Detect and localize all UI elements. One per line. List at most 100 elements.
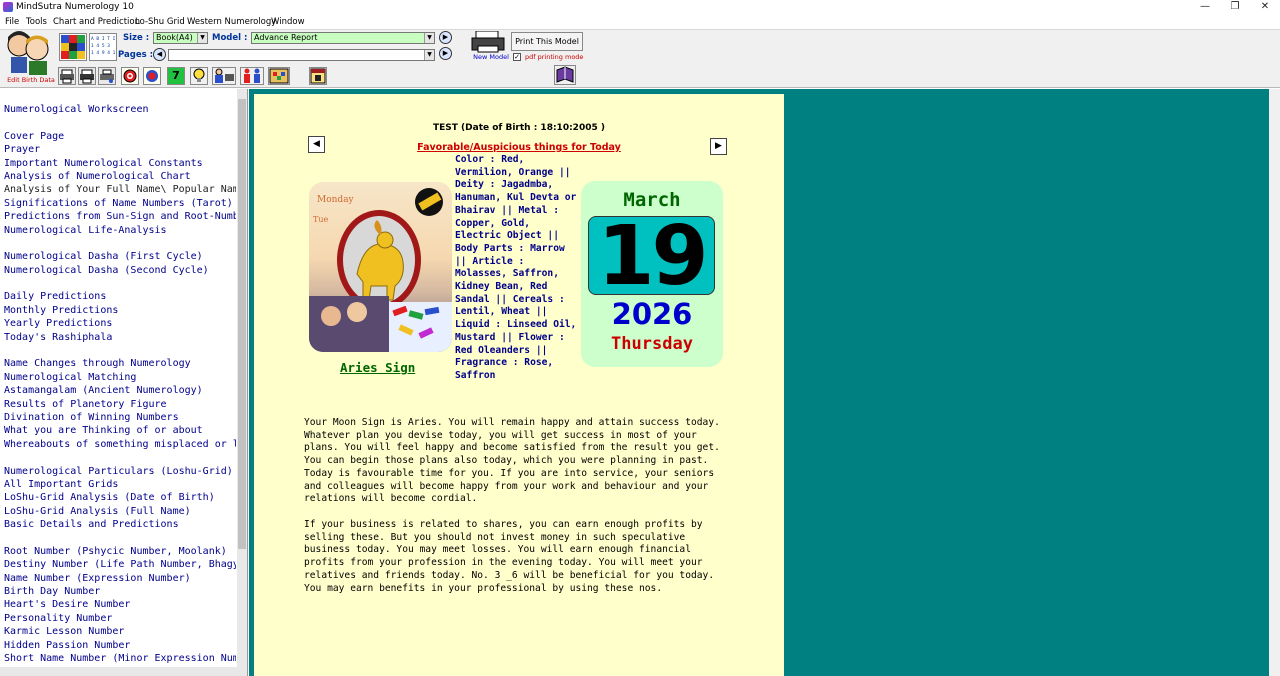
print-model-button[interactable]: Print This Model [511, 32, 583, 51]
print-all-button[interactable] [78, 67, 96, 85]
nav-item[interactable]: Cover Page [4, 130, 236, 143]
nav-item[interactable]: Hidden Passion Number [4, 639, 236, 652]
nav-item[interactable]: Numerological Dasha (Second Cycle) [4, 264, 236, 277]
menu-western-numerology[interactable]: Western Numerology [187, 17, 276, 27]
menu-window[interactable]: Window [271, 17, 305, 27]
print-setup-button[interactable] [98, 67, 116, 85]
nav-item[interactable]: Important Numerological Constants [4, 157, 236, 170]
couple-button[interactable] [240, 67, 264, 85]
restore-button[interactable]: ❐ [1220, 0, 1250, 15]
close-button[interactable]: ✕ [1250, 0, 1280, 15]
chart-grid-button[interactable] [59, 33, 87, 61]
people-icon [7, 31, 49, 75]
nav-item[interactable]: Numerological Dasha (First Cycle) [4, 250, 236, 263]
pages-select[interactable]: ▼ [168, 49, 435, 61]
user-button[interactable] [212, 67, 236, 85]
toolbar: Edit Birth Data A B I T I 1 4 5 3 1 4 9 … [0, 29, 1280, 88]
nav-item[interactable]: Yearly Predictions [4, 317, 236, 330]
name-number-grid-button[interactable]: A B I T I 1 4 5 3 1 4 9 4 1 [89, 33, 117, 61]
calendar-day-box: 19 [588, 216, 715, 298]
seven-icon: 7 [172, 69, 180, 82]
new-model-label: New Model [473, 53, 509, 61]
scrollbar-thumb[interactable] [238, 99, 246, 549]
nav-item[interactable]: Basic Details and Predictions [4, 518, 236, 531]
nav-item[interactable]: Name Changes through Numerology [4, 357, 236, 370]
navigation-panel: Numerological Workscreen Cover Page Prayer… [0, 89, 248, 676]
printer-icon [471, 30, 505, 53]
menu-file[interactable]: File [5, 17, 19, 27]
nav-item[interactable]: Divination of Winning Numbers [4, 411, 236, 424]
nav-item[interactable]: Analysis of Numerological Chart [4, 170, 236, 183]
nav-item[interactable]: Root Number (Pshycic Number, Moolank) [4, 545, 236, 558]
aries-sign-link[interactable]: Aries Sign [340, 360, 415, 375]
navigation-list: Numerological Workscreen Cover Page Prayer… [4, 103, 236, 665]
size-label: Size : [123, 33, 150, 43]
calendar-weekday: Thursday [611, 334, 693, 354]
target-button[interactable] [121, 67, 139, 85]
calendar-year: 2026 [611, 297, 693, 331]
model-go-icon[interactable]: ▶ [439, 31, 452, 44]
menu-lo-shu-grid[interactable]: Lo-Shu Grid [135, 17, 185, 27]
nav-item[interactable]: All Important Grids [4, 478, 236, 491]
calendar-button[interactable] [309, 67, 327, 85]
nav-item[interactable]: Karmic Lesson Number [4, 625, 236, 638]
report-header: TEST (Date of Birth : 18:10:2005 ) [433, 123, 605, 133]
edit-birth-data-button[interactable]: Edit Birth Data [3, 31, 55, 87]
nav-item[interactable]: Short Name Number (Minor Expression Numb… [4, 652, 236, 665]
print-button[interactable] [58, 67, 76, 85]
nav-item[interactable]: Numerological Matching [4, 371, 236, 384]
number-seven-button[interactable]: 7 [167, 67, 185, 85]
planet-button[interactable] [143, 67, 161, 85]
nav-item[interactable]: Destiny Number (Life Path Number, Bhagya… [4, 558, 236, 571]
nav-item[interactable]: Analysis of Your Full Name\ Popular Name [4, 183, 236, 196]
pdf-mode-checkbox[interactable]: ✓ [513, 53, 521, 61]
nav-item[interactable]: Astamangalam (Ancient Numerology) [4, 384, 236, 397]
nav-item[interactable]: Numerological Life-Analysis [4, 224, 236, 237]
prediction-paragraph-1: Your Moon Sign is Aries. You will remain… [304, 417, 720, 505]
lightbulb-icon [193, 68, 205, 82]
model-select[interactable]: Advance Report ▼ [251, 32, 435, 44]
content-vertical-scrollbar[interactable] [1269, 89, 1280, 676]
nav-item[interactable]: Daily Predictions [4, 290, 236, 303]
nav-item[interactable]: Prayer [4, 143, 236, 156]
nav-item[interactable]: Monthly Predictions [4, 304, 236, 317]
nav-horizontal-scrollbar[interactable] [0, 667, 238, 676]
menu-chart-and-prediction[interactable]: Chart and Prediction [53, 17, 140, 27]
grid-chart-button[interactable] [268, 67, 290, 85]
idea-button[interactable] [190, 67, 208, 85]
nav-item[interactable]: Today's Rashiphala [4, 331, 236, 344]
chevron-down-icon: ▼ [424, 33, 434, 43]
calendar-icon [310, 68, 326, 84]
title-bar: MindSutra Numerology 10 — ❐ ✕ [0, 0, 1280, 15]
pages-prev-icon[interactable]: ◀ [153, 48, 166, 61]
nav-item[interactable]: Numerological Particulars (Loshu-Grid) [4, 465, 236, 478]
nav-item[interactable]: Significations of Name Numbers (Tarot) [4, 197, 236, 210]
nav-item[interactable]: Personality Number [4, 612, 236, 625]
edit-birth-data-label: Edit Birth Data [7, 76, 55, 84]
nav-item[interactable]: What you are Thinking of or about [4, 424, 236, 437]
date-calendar: March 19 2026 Thursday [581, 181, 723, 367]
menu-tools[interactable]: Tools [26, 17, 47, 27]
chevron-down-icon: ▼ [424, 50, 434, 60]
nav-item[interactable]: LoShu-Grid Analysis (Full Name) [4, 505, 236, 518]
nav-item[interactable]: Predictions from Sun-Sign and Root-Numbe… [4, 210, 236, 223]
prediction-paragraph-2: If your business is related to shares, y… [304, 519, 715, 594]
nav-item[interactable]: LoShu-Grid Analysis (Date of Birth) [4, 491, 236, 504]
nav-item[interactable]: Results of Planetory Figure [4, 398, 236, 411]
book-icon [556, 66, 574, 83]
nav-item[interactable]: Whereabouts of something misplaced or lo… [4, 438, 236, 451]
next-page-button[interactable]: ▶ [710, 138, 727, 155]
exit-button[interactable] [554, 65, 576, 85]
new-model-button[interactable]: New Model [470, 30, 510, 63]
pages-next-icon[interactable]: ▶ [439, 47, 452, 60]
nav-item[interactable]: Birth Day Number [4, 585, 236, 598]
nav-item[interactable]: Name Number (Expression Number) [4, 572, 236, 585]
size-select[interactable]: Book(A4) ▼ [153, 32, 208, 44]
section-title: Favorable/Auspicious things for Today [417, 142, 621, 153]
nav-item[interactable]: Heart's Desire Number [4, 598, 236, 611]
minimize-button[interactable]: — [1190, 0, 1220, 15]
nav-vertical-scrollbar[interactable] [237, 89, 247, 676]
nav-item[interactable]: Numerological Workscreen [4, 103, 236, 116]
